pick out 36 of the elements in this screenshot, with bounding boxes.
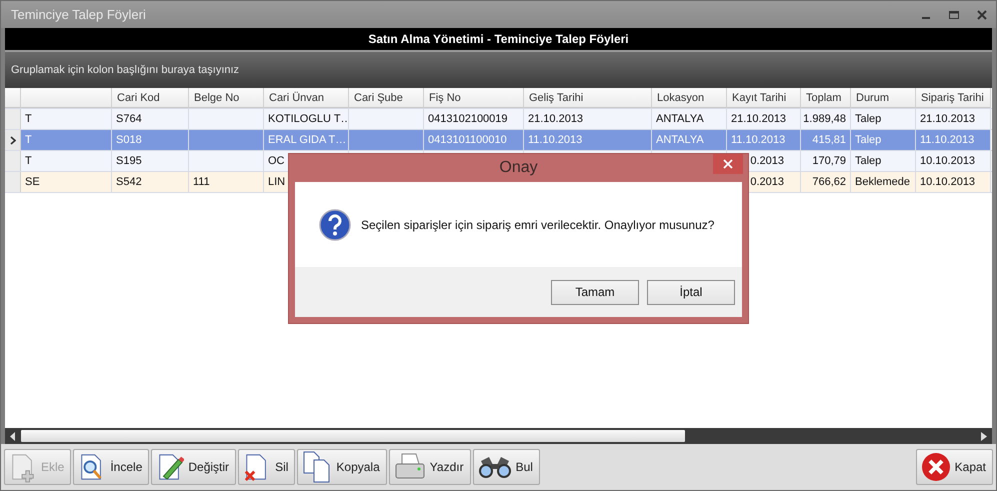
table-cell: Talep: [851, 130, 916, 150]
table-cell: ANTALYA: [652, 130, 727, 150]
table-cell: T: [21, 109, 112, 129]
table-cell: 1.989,48: [801, 109, 851, 129]
table-cell: 10.10.2013: [916, 151, 991, 171]
dialog-title: Onay: [499, 159, 538, 177]
table-cell: 21.10.2013: [916, 109, 991, 129]
table-cell: SE: [21, 172, 112, 192]
table-cell: S195: [112, 151, 189, 171]
window-title: Teminciye Talep Föyleri: [11, 7, 147, 22]
table-cell: KOTILOGLU T…: [264, 109, 349, 129]
table-cell: 170,79: [801, 151, 851, 171]
table-cell: 21.10.2013: [727, 109, 801, 129]
header-title: Satın Alma Yönetimi - Teminciye Talep Föyleri: [368, 32, 629, 46]
table-cell: S764: [112, 109, 189, 129]
table-cell: 11.10.2013: [524, 130, 652, 150]
table-cell: ANTALYA: [652, 109, 727, 129]
table-cell: S018: [112, 130, 189, 150]
table-cell: 0413102100019: [424, 109, 524, 129]
table-cell: ERAL GIDA T…: [264, 130, 349, 150]
table-cell: 10.10.2013: [916, 172, 991, 192]
group-hint: Gruplamak için kolon başlığını buraya taşıyınız: [11, 64, 240, 76]
table-cell: Talep: [851, 151, 916, 171]
table-cell: 21.10.2013: [524, 109, 652, 129]
table-cell: 11.10.2013: [727, 130, 801, 150]
table-cell: Beklemede: [851, 172, 916, 192]
table-cell: 111: [189, 172, 264, 192]
table-cell: 11.10.2013: [916, 130, 991, 150]
table-cell: Talep: [851, 109, 916, 129]
table-cell: T: [21, 151, 112, 171]
table-cell: 766,62: [801, 172, 851, 192]
table-cell: 415,81: [801, 130, 851, 150]
table-cell: 0413101100010: [424, 130, 524, 150]
table-cell: S542: [112, 172, 189, 192]
dialog-message: Seçilen siparişler için sipariş emri verilecektir. Onaylıyor musunuz?: [361, 218, 714, 232]
table-cell: T: [21, 130, 112, 150]
